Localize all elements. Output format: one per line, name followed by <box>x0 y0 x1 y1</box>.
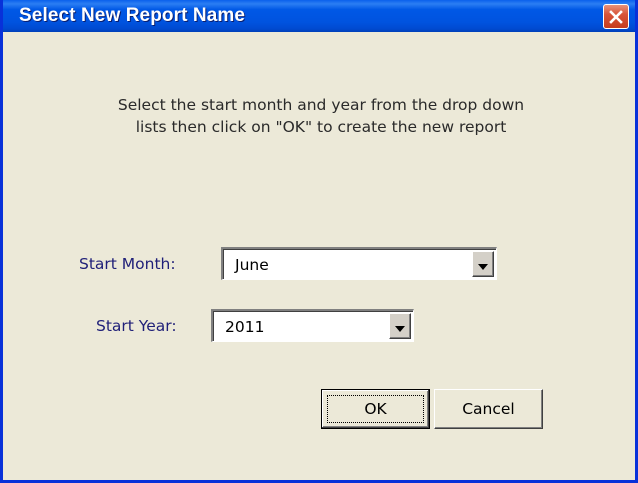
start-year-dropdown[interactable]: 2011 <box>211 309 414 342</box>
instructions-line-2: lists then click on "OK" to create the n… <box>135 118 507 136</box>
ok-button[interactable]: OK <box>321 389 430 429</box>
chevron-down-icon <box>395 317 405 336</box>
instructions-text: Select the start month and year from the… <box>33 94 609 138</box>
instructions-line-1: Select the start month and year from the… <box>117 96 525 114</box>
start-year-value: 2011 <box>225 318 265 336</box>
start-month-dropdown[interactable]: June <box>221 247 497 280</box>
start-year-dropdown-button[interactable] <box>389 313 411 339</box>
start-month-value: June <box>235 256 269 274</box>
start-year-label: Start Year: <box>96 317 177 335</box>
start-month-dropdown-button[interactable] <box>472 251 494 277</box>
cancel-button[interactable]: Cancel <box>434 389 543 429</box>
close-icon <box>609 9 623 24</box>
window-title: Select New Report Name <box>19 5 246 26</box>
start-month-label: Start Month: <box>79 255 176 273</box>
chevron-down-icon <box>478 255 488 274</box>
title-bar[interactable]: Select New Report Name <box>3 0 635 32</box>
dialog-window: Select New Report Name Select the start … <box>0 0 638 483</box>
cancel-button-label: Cancel <box>462 400 515 418</box>
close-button[interactable] <box>603 4 629 29</box>
focus-rectangle <box>327 395 424 423</box>
